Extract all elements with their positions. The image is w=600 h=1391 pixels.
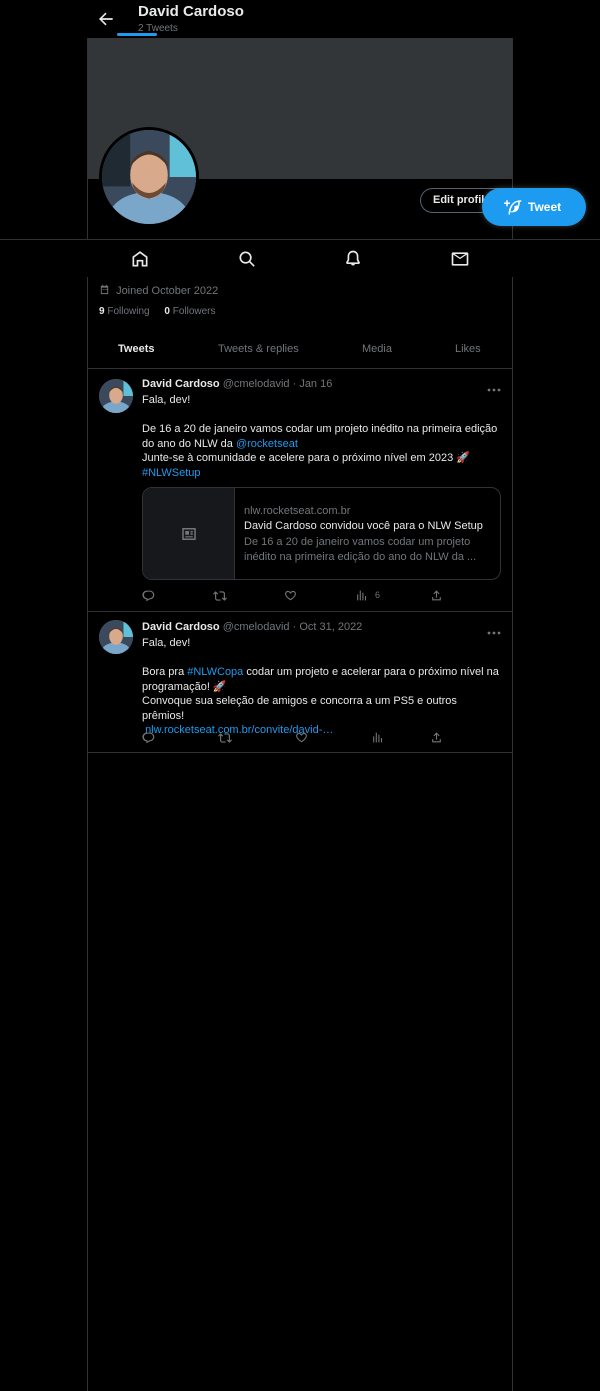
- avatar-photo: [99, 620, 133, 654]
- tweet-line: Fala, dev!: [142, 637, 191, 649]
- follow-stats: 9 Following 0 Followers: [99, 306, 228, 317]
- bell-icon[interactable]: [343, 249, 363, 269]
- tweet-line: Junte-se à comunidade e acelere para o p…: [142, 452, 470, 464]
- tweet-line: codar um projeto e acelerar para o próxi…: [243, 666, 499, 678]
- card-thumbnail: [143, 488, 235, 579]
- article-icon: [182, 528, 196, 540]
- views-icon[interactable]: [371, 731, 385, 745]
- avatar-photo: [102, 130, 196, 224]
- home-icon[interactable]: [130, 249, 150, 269]
- tweet-line: Convoque sua seleção de amigos e concorr…: [142, 695, 457, 722]
- tab-tweets-replies[interactable]: Tweets & replies: [218, 343, 299, 355]
- tweet-fab-label: Tweet: [528, 200, 562, 214]
- tweet-item[interactable]: David Cardoso @cmelodavid · Jan 16 Fala,…: [88, 369, 512, 612]
- tweet-fab-button[interactable]: Tweet: [482, 188, 586, 226]
- views-icon[interactable]: [355, 589, 369, 603]
- tweet-item[interactable]: David Cardoso @cmelodavid · Oct 31, 2022…: [88, 612, 512, 753]
- hashtag-link[interactable]: #NLWSetup: [142, 467, 201, 479]
- tweet-line: Bora pra: [142, 666, 188, 678]
- like-icon[interactable]: [284, 589, 298, 603]
- retweet-icon[interactable]: [213, 589, 227, 603]
- avatar-photo: [99, 379, 133, 413]
- tweet-line: do ano do NLW da: [142, 437, 236, 450]
- like-icon[interactable]: [295, 731, 309, 745]
- tab-likes[interactable]: Likes: [455, 343, 481, 355]
- calendar-icon: [100, 284, 109, 295]
- following-link[interactable]: 9 Following: [99, 306, 150, 317]
- separator-dot: ·: [292, 621, 297, 633]
- card-desc-line: De 16 a 20 de janeiro vamos codar um pro…: [244, 536, 471, 548]
- reply-icon[interactable]: [142, 731, 156, 745]
- card-desc-line: inédito na primeira edição do ano do NLW…: [244, 550, 477, 563]
- author-name[interactable]: David Cardoso: [142, 621, 220, 633]
- avatar[interactable]: [99, 620, 133, 654]
- followers-label: Followers: [172, 306, 216, 317]
- tab-tweets[interactable]: Tweets: [118, 343, 154, 355]
- mention-link[interactable]: @rocketseat: [236, 438, 298, 450]
- mail-icon[interactable]: [450, 249, 470, 269]
- card-title: David Cardoso convidou você para o NLW S…: [244, 520, 483, 532]
- tweet-actions: [142, 731, 502, 745]
- feather-plus-icon: [504, 200, 522, 215]
- profile-avatar[interactable]: [99, 127, 199, 227]
- reply-icon[interactable]: [142, 589, 156, 603]
- hashtag-link[interactable]: #NLWCopa: [187, 666, 243, 678]
- profile-header: David Cardoso 2 Tweets: [0, 0, 600, 38]
- joined-text: Joined October 2022: [116, 285, 219, 297]
- following-count: 9: [99, 306, 105, 317]
- tweet-line: programação! 🚀: [142, 680, 227, 693]
- tweet-actions: 6: [142, 589, 502, 603]
- followers-count: 0: [164, 306, 170, 317]
- tweet-date[interactable]: Oct 31, 2022: [299, 621, 362, 633]
- tweet-header: David Cardoso @cmelodavid · Jan 16: [142, 378, 332, 390]
- following-label: Following: [107, 306, 150, 317]
- share-icon[interactable]: [430, 731, 444, 745]
- tweet-text: Fala, dev! Bora pra #NLWCopa codar um pr…: [142, 636, 502, 738]
- joined-date: Joined October 2022: [99, 284, 218, 297]
- author-handle[interactable]: @cmelodavid: [223, 621, 290, 633]
- share-icon[interactable]: [430, 589, 444, 603]
- bottom-nav: [0, 239, 600, 277]
- views-count: 6: [375, 590, 381, 600]
- link-card[interactable]: nlw.rocketseat.com.br David Cardoso conv…: [142, 487, 501, 580]
- more-icon[interactable]: [486, 623, 502, 635]
- tweet-header: David Cardoso @cmelodavid · Oct 31, 2022: [142, 621, 362, 633]
- search-icon[interactable]: [237, 249, 257, 269]
- tweet-line: Fala, dev!: [142, 394, 191, 406]
- retweet-icon[interactable]: [218, 731, 232, 745]
- header-title: David Cardoso: [138, 3, 244, 20]
- card-domain: nlw.rocketseat.com.br: [244, 505, 351, 517]
- tweet-date[interactable]: Jan 16: [299, 378, 332, 390]
- avatar[interactable]: [99, 379, 133, 413]
- author-name[interactable]: David Cardoso: [142, 378, 220, 390]
- back-arrow-icon[interactable]: [96, 9, 116, 29]
- tweet-text: Fala, dev! De 16 a 20 de janeiro vamos c…: [142, 393, 502, 480]
- card-description: De 16 a 20 de janeiro vamos codar um pro…: [244, 535, 484, 564]
- tweet-line: De 16 a 20 de janeiro vamos codar um pro…: [142, 423, 498, 435]
- separator-dot: ·: [292, 378, 297, 390]
- active-tab-indicator: [117, 33, 157, 36]
- tab-media[interactable]: Media: [362, 343, 392, 355]
- more-icon[interactable]: [486, 380, 502, 392]
- profile-tabs: Tweets Tweets & replies Media Likes: [88, 332, 512, 369]
- author-handle[interactable]: @cmelodavid: [223, 378, 290, 390]
- followers-link[interactable]: 0 Followers: [164, 306, 215, 317]
